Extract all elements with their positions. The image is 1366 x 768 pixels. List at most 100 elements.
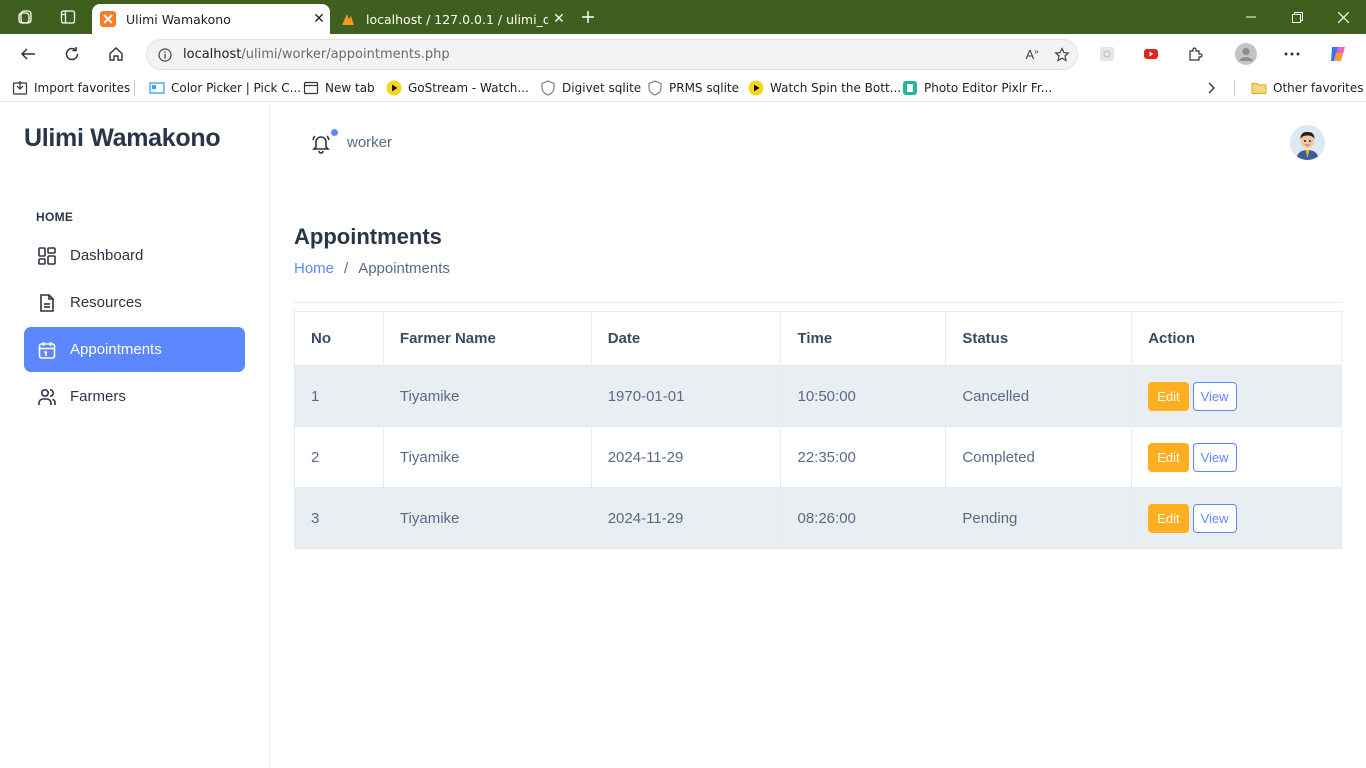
view-button[interactable]: View <box>1192 503 1237 533</box>
cell-status: Pending <box>945 487 1133 549</box>
notification-dot <box>331 129 338 136</box>
refresh-icon[interactable] <box>56 38 88 70</box>
shield-icon <box>647 80 663 96</box>
cell-no: 3 <box>294 487 384 549</box>
address-bar[interactable]: localhost/ulimi/worker/appointments.php … <box>146 39 1078 70</box>
minimize-icon[interactable] <box>1228 0 1274 34</box>
more-options-icon[interactable] <box>1276 38 1308 70</box>
copilot-icon[interactable] <box>1322 38 1354 70</box>
favorite-digivet[interactable]: Digivet sqlite <box>540 78 641 98</box>
favorite-new-tab[interactable]: New tab <box>303 78 375 98</box>
sidebar-section-heading: HOME <box>36 210 74 224</box>
cell-actions: Edit View <box>1131 487 1342 549</box>
xampp-icon <box>100 11 116 27</box>
tab-title: localhost / 127.0.0.1 / ulimi_db / r <box>366 11 548 27</box>
sidebar-item-farmers[interactable]: Farmers <box>24 374 245 419</box>
favorites-overflow-chevron-icon[interactable] <box>1206 78 1216 98</box>
sidebar-item-label: Farmers <box>70 388 126 405</box>
youtube-extension-icon[interactable] <box>1135 38 1167 70</box>
view-button[interactable]: View <box>1192 442 1237 472</box>
favorite-import[interactable]: Import favorites <box>12 78 130 98</box>
tab-ulimi-wamakono[interactable]: Ulimi Wamakono ✕ <box>92 4 330 34</box>
sidebar-item-dashboard[interactable]: Dashboard <box>24 233 245 278</box>
breadcrumb-separator: / <box>344 260 349 277</box>
tab-title: Ulimi Wamakono <box>126 11 231 27</box>
column-header-farmer-name: Farmer Name <box>382 311 592 366</box>
sidebar-item-resources[interactable]: Resources <box>24 280 245 325</box>
close-window-icon[interactable] <box>1320 0 1366 34</box>
header-username: worker <box>347 134 393 151</box>
favorites-separator <box>134 80 135 96</box>
column-header-time: Time <box>780 311 947 366</box>
cell-time: 08:26:00 <box>780 487 947 549</box>
cell-time: 22:35:00 <box>780 426 947 488</box>
vertical-tabs-icon[interactable] <box>48 0 88 34</box>
cell-time: 10:50:00 <box>780 365 947 427</box>
cell-date: 2024-11-29 <box>590 487 782 549</box>
photo-editor-icon <box>902 80 918 96</box>
breadcrumb-home-link[interactable]: Home <box>294 260 334 277</box>
cell-date: 1970-01-01 <box>590 365 782 427</box>
view-button[interactable]: View <box>1192 381 1237 411</box>
edit-button[interactable]: Edit <box>1148 442 1189 472</box>
folder-icon <box>1251 80 1267 96</box>
favorite-color-picker[interactable]: Color Picker | Pick C... <box>149 78 301 98</box>
url-text: localhost/ulimi/worker/appointments.php <box>183 47 450 62</box>
sidebar: Ulimi Wamakono HOME Dashboard Resources … <box>0 106 270 768</box>
column-header-no: No <box>294 311 384 366</box>
favorite-pixlr[interactable]: Photo Editor Pixlr Fr... <box>902 78 1052 98</box>
document-icon <box>24 293 70 313</box>
breadcrumb-current: Appointments <box>358 260 450 277</box>
site-info-icon[interactable] <box>147 47 183 62</box>
cell-no: 2 <box>294 426 384 488</box>
color-picker-icon <box>149 80 165 96</box>
sidebar-item-label: Dashboard <box>70 247 144 264</box>
table-row: 2 Tiyamike 2024-11-29 22:35:00 Completed… <box>294 426 1342 488</box>
import-icon <box>12 80 28 96</box>
browser-titlebar: Ulimi Wamakono ✕ localhost / 127.0.0.1 /… <box>0 0 1366 34</box>
workspaces-icon[interactable] <box>6 0 46 34</box>
sidebar-item-appointments[interactable]: Appointments <box>24 327 245 372</box>
close-tab-icon[interactable]: ✕ <box>308 11 330 27</box>
column-header-status: Status <box>945 311 1133 366</box>
sidebar-item-label: Appointments <box>70 341 162 358</box>
table-header-row: No Farmer Name Date Time Status Action <box>294 311 1342 366</box>
play-icon <box>748 80 764 96</box>
notification-bell-icon[interactable] <box>310 132 332 154</box>
read-aloud-icon[interactable]: A» <box>1017 47 1047 62</box>
cell-status: Cancelled <box>945 365 1133 427</box>
table-row: 1 Tiyamike 1970-01-01 10:50:00 Cancelled… <box>294 365 1342 427</box>
cell-farmer-name: Tiyamike <box>382 365 592 427</box>
new-tab-icon[interactable] <box>568 0 608 34</box>
favorite-gostream[interactable]: GoStream - Watch... <box>386 78 529 98</box>
extensions-icon[interactable] <box>1179 38 1211 70</box>
tab-phpmyadmin[interactable]: localhost / 127.0.0.1 / ulimi_db / r ✕ <box>332 4 570 34</box>
appointments-table: No Farmer Name Date Time Status Action 1… <box>294 311 1342 549</box>
favorites-bar: Import favorites Color Picker | Pick C..… <box>0 74 1366 102</box>
breadcrumb: Home / Appointments <box>294 260 450 277</box>
cell-no: 1 <box>294 365 384 427</box>
column-header-date: Date <box>590 311 782 366</box>
other-favorites-folder[interactable]: Other favorites <box>1251 78 1364 98</box>
edit-button[interactable]: Edit <box>1148 503 1189 533</box>
cell-status: Completed <box>945 426 1133 488</box>
back-icon[interactable] <box>12 38 44 70</box>
favorite-spin-bottle[interactable]: Watch Spin the Bott... <box>748 78 901 98</box>
table-row: 3 Tiyamike 2024-11-29 08:26:00 Pending E… <box>294 487 1342 549</box>
edit-button[interactable]: Edit <box>1148 381 1189 411</box>
brand-logo-text[interactable]: Ulimi Wamakono <box>24 124 221 153</box>
profile-avatar-icon[interactable] <box>1230 38 1262 70</box>
restore-icon[interactable] <box>1274 0 1320 34</box>
shield-icon <box>540 80 556 96</box>
favorite-prms[interactable]: PRMS sqlite <box>647 78 739 98</box>
cell-farmer-name: Tiyamike <box>382 426 592 488</box>
cell-farmer-name: Tiyamike <box>382 487 592 549</box>
main-content: worker Appointments Home / Appointments … <box>270 106 1366 768</box>
close-tab-icon[interactable]: ✕ <box>548 11 570 27</box>
user-avatar[interactable] <box>1290 125 1325 160</box>
extension-placeholder-icon[interactable] <box>1091 38 1123 70</box>
favorites-separator <box>1234 80 1235 96</box>
home-icon[interactable] <box>100 38 132 70</box>
dashboard-icon <box>24 246 70 266</box>
star-favorite-icon[interactable] <box>1047 46 1077 63</box>
